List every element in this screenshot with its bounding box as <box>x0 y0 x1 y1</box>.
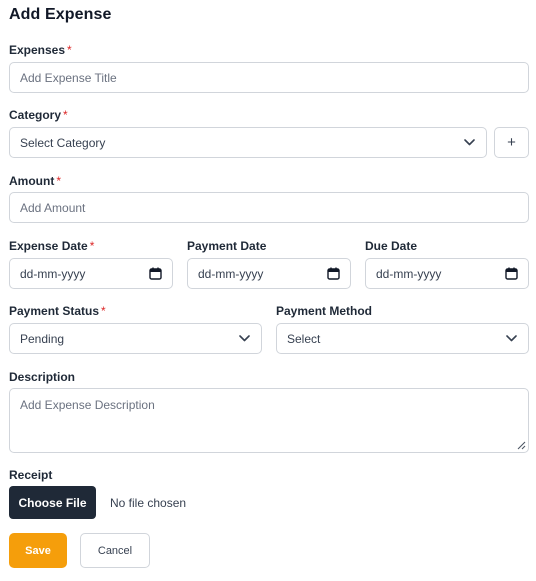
due-date-label: Due Date <box>365 239 418 253</box>
calendar-icon[interactable] <box>149 267 162 280</box>
description-placeholder: Add Expense Description <box>20 398 155 412</box>
amount-placeholder: Add Amount <box>20 200 86 215</box>
chevron-down-icon <box>237 332 251 346</box>
form-title: Add Expense <box>9 6 112 23</box>
calendar-icon[interactable] <box>505 267 518 280</box>
receipt-label: Receipt <box>9 468 53 482</box>
choose-file-button[interactable]: Choose File <box>9 486 96 519</box>
payment-date-label: Payment Date <box>187 239 267 253</box>
chevron-down-icon <box>504 332 518 346</box>
required-mark: * <box>101 304 106 318</box>
payment-date-value: dd-mm-yyyy <box>198 266 264 281</box>
calendar-icon[interactable] <box>327 267 340 280</box>
category-select-value: Select Category <box>20 135 106 150</box>
expense-title-input[interactable]: Add Expense Title <box>9 62 529 93</box>
plus-icon: + <box>507 134 516 151</box>
amount-label: Amount * <box>9 174 61 188</box>
expense-date-value: dd-mm-yyyy <box>20 266 86 281</box>
payment-status-label: Payment Status * <box>9 304 106 318</box>
expense-date-input[interactable]: dd-mm-yyyy <box>9 258 173 289</box>
save-button[interactable]: Save <box>9 533 67 568</box>
payment-date-input[interactable]: dd-mm-yyyy <box>187 258 351 289</box>
expense-title-placeholder: Add Expense Title <box>20 70 117 85</box>
add-category-button[interactable]: + <box>494 127 529 158</box>
payment-status-value: Pending <box>20 331 65 346</box>
resize-grip-icon[interactable] <box>517 441 526 450</box>
amount-input[interactable]: Add Amount <box>9 192 529 223</box>
category-select[interactable]: Select Category <box>9 127 487 158</box>
cancel-button[interactable]: Cancel <box>80 533 150 568</box>
due-date-value: dd-mm-yyyy <box>376 266 442 281</box>
payment-method-value: Select <box>287 331 321 346</box>
due-date-input[interactable]: dd-mm-yyyy <box>365 258 529 289</box>
description-textarea[interactable]: Add Expense Description <box>9 388 529 453</box>
chevron-down-icon <box>462 136 476 150</box>
category-label: Category * <box>9 108 68 122</box>
expense-title-label: Expenses * <box>9 43 72 57</box>
payment-method-select[interactable]: Select <box>276 323 529 354</box>
required-mark: * <box>56 174 61 188</box>
payment-status-select[interactable]: Pending <box>9 323 262 354</box>
expense-date-label: Expense Date * <box>9 239 95 253</box>
required-mark: * <box>67 43 72 57</box>
description-label: Description <box>9 370 76 384</box>
required-mark: * <box>63 108 68 122</box>
file-status-text: No file chosen <box>110 496 187 510</box>
required-mark: * <box>89 239 95 253</box>
payment-method-label: Payment Method <box>276 304 373 318</box>
